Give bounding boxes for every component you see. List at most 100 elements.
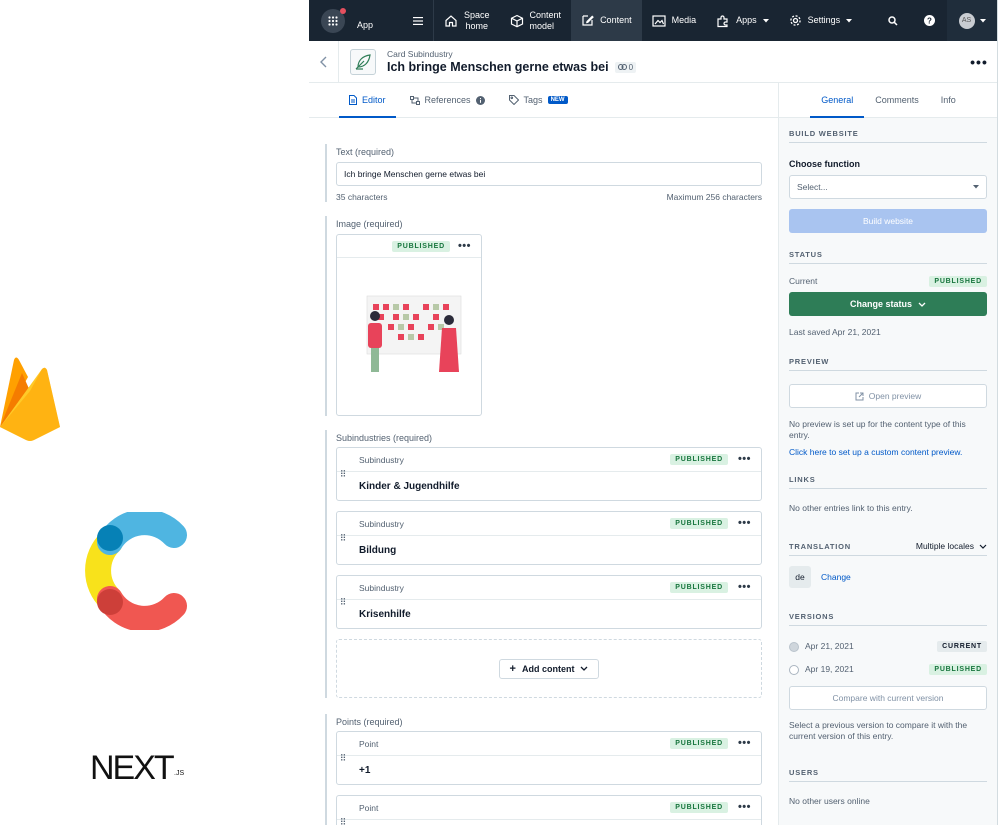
locale-mode-value: Multiple locales — [915, 541, 974, 551]
section-heading: PREVIEW — [789, 357, 987, 371]
locale-chip: de — [789, 566, 811, 588]
search-button[interactable] — [875, 0, 911, 41]
compare-version-button[interactable]: Compare with current version — [789, 686, 987, 711]
build-website-button[interactable]: Build website — [789, 209, 987, 233]
open-preview-button[interactable]: Open preview — [789, 384, 987, 408]
status-badge: PUBLISHED — [670, 454, 728, 465]
drag-handle[interactable]: ⠿ — [337, 576, 349, 628]
caret-down-icon — [973, 185, 979, 189]
section-heading: TRANSLATION Multiple locales — [789, 541, 987, 556]
sidebar-tabs: General Comments Info — [779, 83, 997, 118]
tab-references[interactable]: References — [400, 83, 495, 117]
preview-note: No preview is set up for the content typ… — [789, 419, 966, 441]
change-status-button[interactable]: Change status — [789, 292, 987, 317]
asset-card[interactable]: PUBLISHED ••• — [336, 234, 482, 416]
reference-count-badge[interactable]: 0 — [614, 61, 637, 73]
tab-editor[interactable]: Editor — [339, 83, 396, 118]
external-link-icon — [855, 392, 864, 400]
asset-actions-button[interactable]: ••• — [458, 240, 471, 252]
status-badge: PUBLISHED — [670, 802, 728, 813]
help-button[interactable]: ? — [911, 0, 947, 41]
versions-section: VERSIONS Apr 21, 2021 CURRENT Apr 19, 20… — [789, 612, 987, 742]
nav-settings[interactable]: Settings — [779, 0, 863, 41]
version-row[interactable]: Apr 21, 2021 CURRENT — [789, 641, 987, 653]
field-image-label: Image (required) — [336, 219, 403, 229]
function-select[interactable]: Select... — [789, 175, 987, 199]
tab-info[interactable]: Info — [930, 83, 967, 117]
firebase-logo — [0, 357, 60, 441]
drag-handle[interactable]: ⠿ — [337, 512, 349, 564]
nav-space-home[interactable]: Space home — [434, 0, 500, 41]
search-icon — [888, 15, 898, 26]
caret-down-icon — [979, 18, 986, 22]
reference-card[interactable]: ⠿ Subindustry PUBLISHED ••• Kinder & Jug… — [336, 447, 762, 501]
nav-media[interactable]: Media — [642, 0, 707, 41]
plus-icon: + — [509, 662, 516, 675]
nav-space-home-label-2: home — [465, 20, 489, 31]
reference-type: Point — [359, 802, 379, 813]
drag-handle[interactable]: ⠿ — [337, 796, 349, 825]
translation-heading: TRANSLATION — [789, 541, 851, 551]
tab-comments[interactable]: Comments — [864, 83, 930, 117]
drag-handle[interactable]: ⠿ — [337, 448, 349, 500]
status-badge: PUBLISHED — [670, 738, 728, 749]
version-badge: PUBLISHED — [929, 664, 987, 676]
field-text-label: Text (required) — [336, 147, 395, 157]
document-icon — [349, 95, 357, 105]
nav-content-model[interactable]: Content model — [500, 0, 572, 41]
top-navigation: App Space home Content model Content Media… — [309, 0, 997, 41]
menu-toggle[interactable] — [403, 0, 433, 41]
field-points: Points (required) ⠿ Point PUBLISHED ••• … — [325, 714, 763, 825]
reference-type: Subindustry — [359, 582, 404, 593]
current-status-label: Current — [789, 276, 818, 286]
reference-card[interactable]: ⠿ Subindustry PUBLISHED ••• Bildung — [336, 511, 762, 565]
reference-actions-button[interactable]: ••• — [738, 454, 751, 465]
caret-down-icon — [762, 18, 769, 22]
edit-icon — [582, 15, 594, 26]
caret-down-icon — [846, 18, 853, 22]
chevron-down-icon — [979, 544, 987, 549]
drag-handle[interactable]: ⠿ — [337, 732, 349, 784]
reference-type: Subindustry — [359, 454, 404, 465]
reference-actions-button[interactable]: ••• — [738, 802, 751, 813]
svg-text:NEXT: NEXT — [90, 749, 174, 787]
text-field-input[interactable]: Ich bringe Menschen gerne etwas bei — [336, 162, 762, 186]
tab-general[interactable]: General — [810, 83, 865, 118]
app-switcher[interactable] — [309, 0, 357, 41]
field-subindustries-label: Subindustries (required) — [336, 433, 433, 443]
links-section: LINKS No other entries link to this entr… — [789, 475, 987, 514]
hamburger-icon — [413, 16, 423, 25]
entry-editor: Editor References Tags NEW Text (require… — [309, 83, 779, 825]
tab-tags[interactable]: Tags NEW — [499, 83, 578, 117]
account-menu[interactable]: AS — [947, 0, 997, 41]
nav-settings-label: Settings — [807, 15, 841, 26]
version-radio[interactable] — [789, 664, 799, 675]
grid-icon — [321, 7, 346, 33]
nav-apps[interactable]: Apps — [706, 0, 779, 41]
locale-mode-select[interactable]: Multiple locales — [916, 541, 987, 551]
reference-actions-button[interactable]: ••• — [738, 738, 751, 749]
change-locale-link[interactable]: Change — [821, 572, 851, 582]
reference-card[interactable]: ⠿ Point PUBLISHED ••• — [336, 795, 762, 825]
setup-preview-link[interactable]: Click here to set up a custom content pr… — [789, 447, 987, 457]
nav-space-home-label: Space — [464, 10, 490, 21]
reference-card[interactable]: ⠿ Subindustry PUBLISHED ••• Krisenhilfe — [336, 575, 762, 629]
reference-card[interactable]: ⠿ Point PUBLISHED ••• +1 — [336, 731, 762, 785]
nav-content-model-label: Content — [529, 10, 562, 21]
reference-actions-button[interactable]: ••• — [738, 518, 751, 529]
reference-actions-button[interactable]: ••• — [738, 582, 751, 593]
open-preview-label: Open preview — [868, 391, 922, 401]
version-row[interactable]: Apr 19, 2021 PUBLISHED — [789, 664, 987, 676]
nav-content[interactable]: Content — [571, 0, 642, 41]
back-button[interactable] — [309, 40, 339, 83]
help-icon: ? — [923, 15, 935, 26]
users-note: No other users online — [789, 796, 870, 806]
version-radio[interactable] — [789, 641, 799, 652]
build-website-section: BUILD WEBSITE Choose function Select... … — [789, 129, 987, 233]
preview-section: PREVIEW Open preview No preview is set u… — [789, 357, 987, 457]
choose-function-label: Choose function — [789, 159, 860, 169]
more-actions-button[interactable]: ••• — [961, 54, 997, 70]
field-points-label: Points (required) — [336, 717, 403, 727]
function-select-value: Select... — [797, 182, 828, 192]
add-content-button[interactable]: + Add content — [498, 658, 600, 679]
